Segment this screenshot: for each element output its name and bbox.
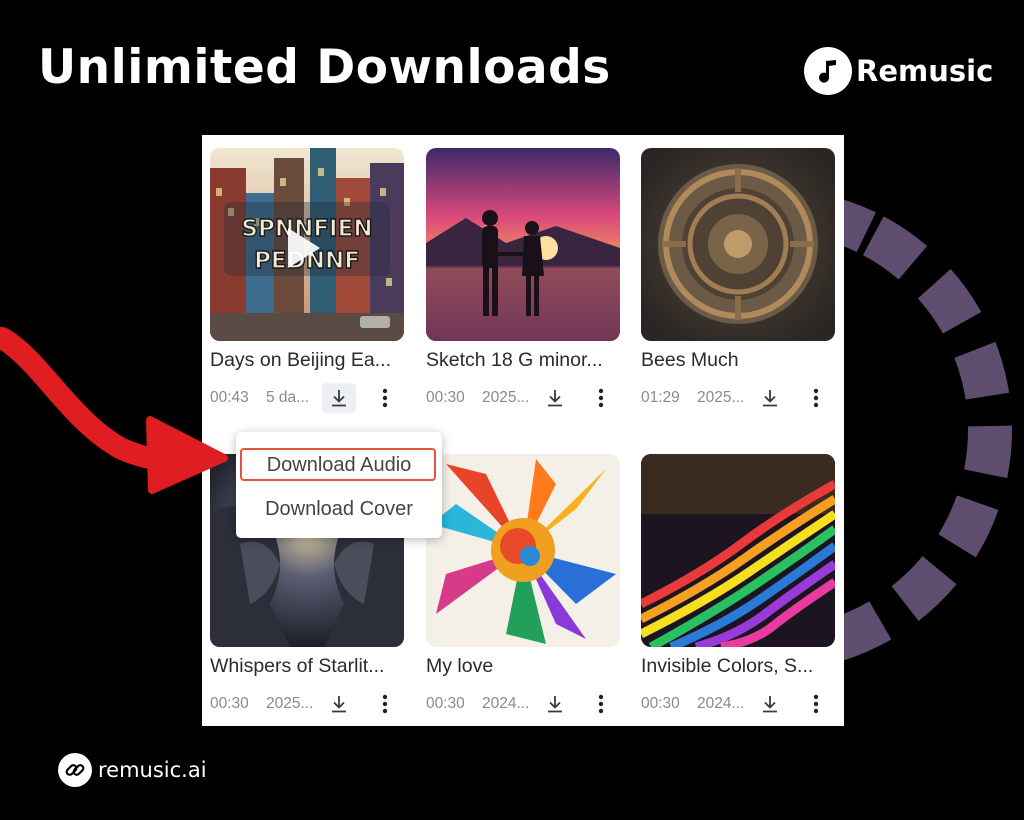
footer-site[interactable]: remusic.ai [98, 758, 207, 782]
red-arrow-annotation [0, 327, 228, 494]
footer: remusic.ai [58, 753, 207, 787]
link-icon [58, 753, 92, 787]
